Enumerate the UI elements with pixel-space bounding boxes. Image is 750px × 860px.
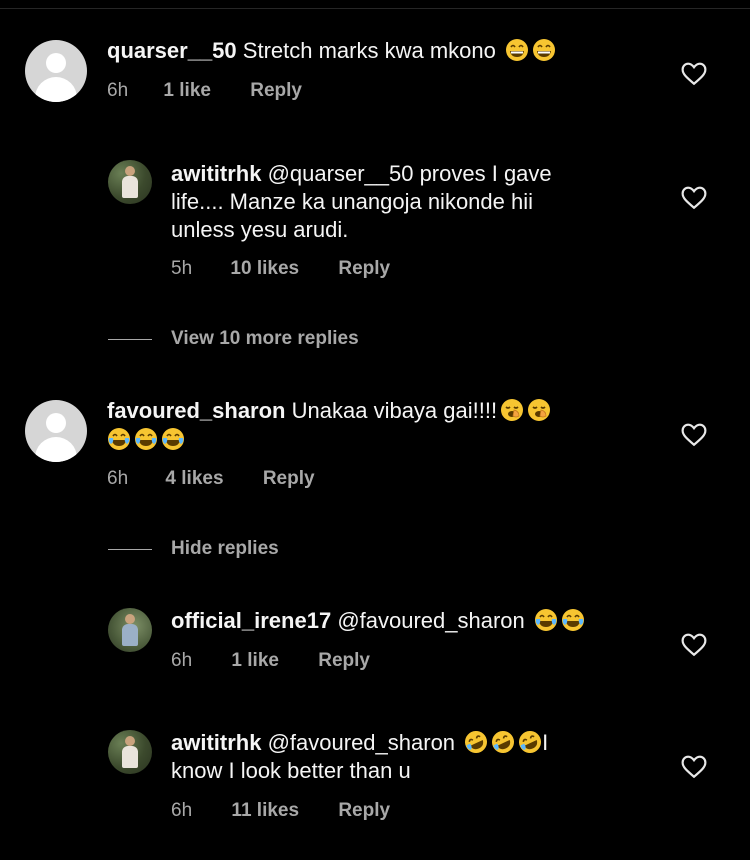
likes-count[interactable]: 11 likes <box>231 800 299 822</box>
comment-meta: 6h 11 likes Reply <box>171 800 390 822</box>
tears-of-joy-emoji <box>162 428 184 450</box>
tears-of-joy-emoji <box>135 428 157 450</box>
yawning-face-emoji <box>501 399 524 421</box>
comment-line-2: life.... Manze ka unangoja nikonde hii <box>171 189 534 214</box>
comment-time: 6h <box>171 800 193 821</box>
comment-line-3: unless yesu arudi. <box>171 217 349 242</box>
view-replies-divider <box>108 339 152 340</box>
heart-icon[interactable] <box>681 755 707 779</box>
hide-replies-divider <box>108 549 152 550</box>
heart-icon[interactable] <box>681 633 707 657</box>
reply-button[interactable]: Reply <box>250 80 302 102</box>
avatar[interactable] <box>25 400 87 462</box>
comment-text: quarser__50 Stretch marks kwa mkono <box>107 37 627 65</box>
hide-replies-button[interactable]: Hide replies <box>171 538 279 560</box>
comment-time: 6h <box>107 80 129 101</box>
heart-icon[interactable] <box>681 186 707 210</box>
comment-mention[interactable]: @favoured_sharon <box>337 608 524 633</box>
comment-text: official_irene17 @favoured_sharon <box>171 607 661 635</box>
grinning-face-emoji <box>505 39 528 61</box>
reply-button[interactable]: Reply <box>338 258 390 280</box>
rolling-laughing-emoji <box>465 731 488 753</box>
comment-username[interactable]: awititrhk <box>171 161 261 186</box>
comment-mention[interactable]: @favoured_sharon <box>268 730 455 755</box>
comment-time: 6h <box>171 650 193 671</box>
reply-button[interactable]: Reply <box>263 468 315 490</box>
reply-button[interactable]: Reply <box>318 650 370 672</box>
comment-meta: 5h 10 likes Reply <box>171 258 390 280</box>
comment-body: Stretch marks kwa mkono <box>242 38 496 63</box>
comment-meta: 6h 4 likes Reply <box>107 468 315 490</box>
heart-icon[interactable] <box>681 62 707 86</box>
comment-time: 5h <box>171 258 193 279</box>
top-divider <box>0 8 750 9</box>
tears-of-joy-emoji <box>561 609 584 631</box>
rolling-laughing-emoji <box>492 731 515 753</box>
view-more-replies-button[interactable]: View 10 more replies <box>171 328 359 350</box>
grinning-face-emoji <box>532 39 555 61</box>
avatar[interactable] <box>25 40 87 102</box>
comment-line-2: know I look better than u <box>171 758 411 783</box>
reply-button[interactable]: Reply <box>338 800 390 822</box>
comment-username[interactable]: official_irene17 <box>171 608 331 633</box>
comment-line-1: @quarser__50 proves I gave <box>267 161 552 186</box>
comment-text: favoured_sharon Unakaa vibaya gai!!!! <box>107 397 627 454</box>
yawning-face-emoji <box>528 399 551 421</box>
heart-icon[interactable] <box>681 423 707 447</box>
comment-username[interactable]: quarser__50 <box>107 38 237 63</box>
comment-username[interactable]: awititrhk <box>171 730 261 755</box>
likes-count[interactable]: 4 likes <box>165 468 223 490</box>
avatar[interactable] <box>108 608 152 652</box>
likes-count[interactable]: 10 likes <box>230 258 299 280</box>
comment-body: Unakaa vibaya gai!!!! <box>291 398 498 423</box>
comment-time: 6h <box>107 468 129 489</box>
comment-after-emoji: I <box>542 730 549 755</box>
comment-username[interactable]: favoured_sharon <box>107 398 286 423</box>
rolling-laughing-emoji <box>519 731 542 753</box>
comment-text: awititrhk @quarser__50 proves I gave lif… <box>171 160 641 244</box>
comment-meta: 6h 1 like Reply <box>171 650 370 672</box>
avatar[interactable] <box>108 730 152 774</box>
tears-of-joy-emoji <box>108 428 130 450</box>
comment-text: awititrhk @favoured_sharon I know I look… <box>171 729 651 785</box>
comment-meta: 6h 1 like Reply <box>107 80 302 102</box>
avatar[interactable] <box>108 160 152 204</box>
likes-count[interactable]: 1 like <box>163 80 211 102</box>
tears-of-joy-emoji <box>534 609 557 631</box>
likes-count[interactable]: 1 like <box>231 650 279 672</box>
